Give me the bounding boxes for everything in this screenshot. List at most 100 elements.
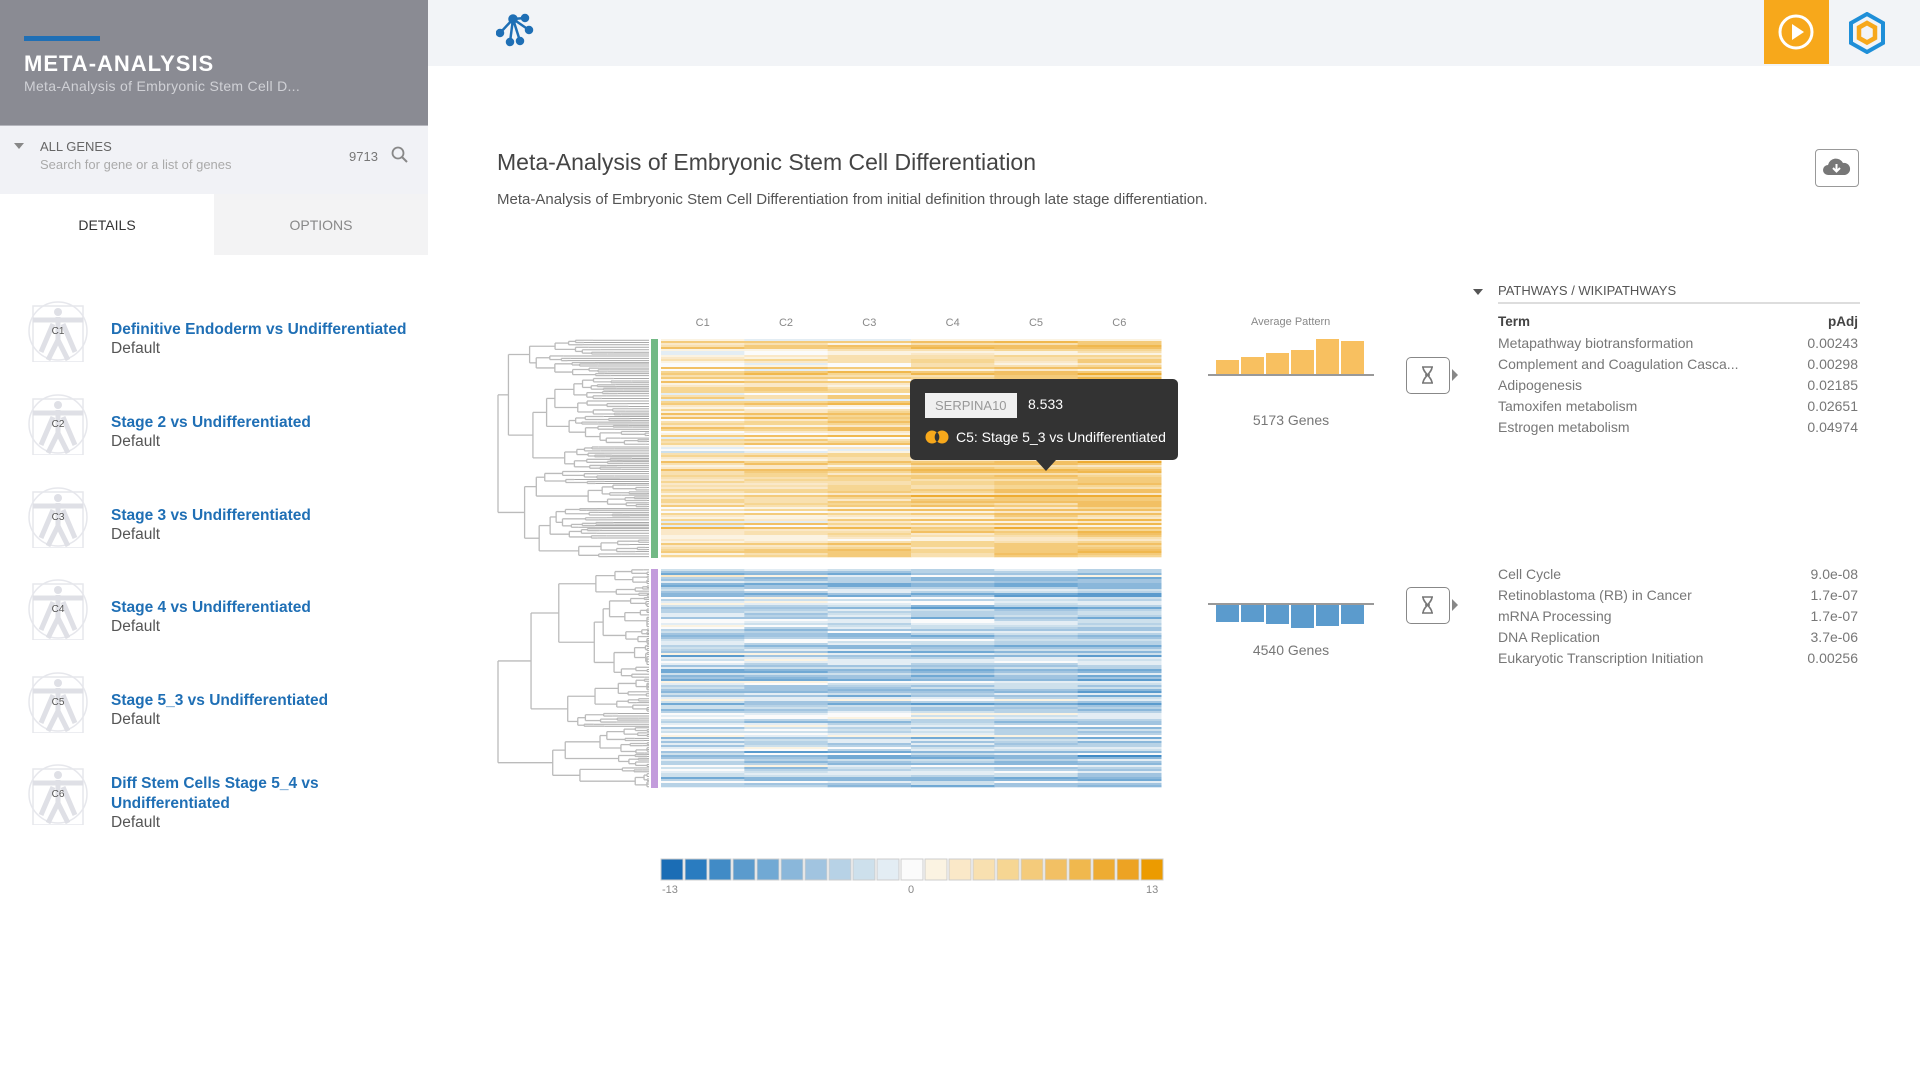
heatmap-cell: [744, 507, 829, 510]
cluster-2-genes-button[interactable]: [1406, 587, 1450, 624]
pathway-term[interactable]: mRNA Processing: [1498, 608, 1612, 629]
heatmap-cell: [911, 737, 995, 740]
heatmap-cell: [827, 419, 912, 422]
heatmap-cell: [994, 697, 1079, 700]
pathways-header[interactable]: PATHWAYS / WIKIPATHWAYS: [1498, 283, 1676, 298]
legend-swatch: [660, 858, 684, 881]
pathway-term[interactable]: Cell Cycle: [1498, 566, 1561, 587]
heatmap-cell: [911, 631, 995, 634]
heatmap-cell: [994, 681, 1079, 684]
legend-swatch: [900, 858, 924, 881]
pathway-term[interactable]: Estrogen metabolism: [1498, 419, 1630, 440]
heatmap-cell: [911, 763, 995, 766]
heatmap-cell: [661, 479, 745, 482]
heatmap-cell: [911, 641, 995, 644]
legend-swatch: [972, 858, 996, 881]
pathway-row[interactable]: mRNA Processing 1.7e-07: [1498, 608, 1858, 629]
heatmap-cell: [1077, 359, 1162, 362]
heatmap-cell: [661, 747, 745, 750]
heatmap-cell: [744, 625, 829, 628]
pathway-row[interactable]: DNA Replication 3.7e-06: [1498, 629, 1858, 650]
heatmap-cell: [827, 443, 912, 446]
heatmap-cell: [661, 435, 745, 438]
heatmap[interactable]: [0, 0, 1920, 1075]
heatmap-cell: [994, 507, 1079, 510]
heatmap-cell: [1077, 733, 1162, 736]
heatmap-cell: [827, 343, 912, 346]
pathway-row[interactable]: Adipogenesis 0.02185: [1498, 377, 1858, 398]
pathway-term[interactable]: Adipogenesis: [1498, 377, 1582, 398]
pathway-row[interactable]: Cell Cycle 9.0e-08: [1498, 566, 1858, 587]
pathway-row[interactable]: Estrogen metabolism 0.04974: [1498, 419, 1858, 440]
heatmap-cell: [911, 475, 995, 478]
heatmap-cell: [911, 765, 995, 768]
heatmap-cell: [1077, 543, 1162, 546]
heatmap-cell: [661, 433, 745, 436]
heatmap-cell: [911, 621, 995, 624]
heatmap-cell: [1077, 717, 1162, 720]
pathway-term[interactable]: Metapathway biotransformation: [1498, 335, 1693, 356]
heatmap-cell: [661, 731, 745, 734]
pathway-row[interactable]: Tamoxifen metabolism 0.02651: [1498, 398, 1858, 419]
cluster-1-genes-button[interactable]: [1406, 357, 1450, 394]
heatmap-cell: [911, 635, 995, 638]
heatmap-cell: [661, 615, 745, 618]
heatmap-cell: [827, 615, 912, 618]
heatmap-cell: [661, 443, 745, 446]
expand-arrow-icon[interactable]: [1452, 369, 1458, 381]
heatmap-cell: [827, 621, 912, 624]
heatmap-cell: [911, 613, 995, 616]
heatmap-cell: [994, 499, 1079, 502]
heatmap-cell: [827, 379, 912, 382]
heatmap-cell: [994, 737, 1079, 740]
heatmap-cell: [744, 779, 829, 782]
heatmap-cell: [744, 415, 829, 418]
heatmap-cell: [744, 471, 829, 474]
heatmap-cell: [994, 689, 1079, 692]
expand-arrow-icon[interactable]: [1452, 599, 1458, 611]
pathway-row[interactable]: Complement and Coagulation Casca... 0.002…: [1498, 356, 1858, 377]
heatmap-cell: [1077, 473, 1162, 476]
heatmap-cell: [911, 573, 995, 576]
heatmap-cell: [1077, 649, 1162, 652]
heatmap-cell: [661, 569, 745, 572]
comparison-venn-icon: [925, 430, 949, 444]
heatmap-cell: [827, 549, 912, 552]
pathway-row[interactable]: Eukaryotic Transcription Initiation 0.002…: [1498, 650, 1858, 671]
pathway-row[interactable]: Metapathway biotransformation 0.00243: [1498, 335, 1858, 356]
heatmap-cell: [661, 489, 745, 492]
heatmap-cell: [827, 753, 912, 756]
heatmap-cell: [994, 339, 1079, 342]
heatmap-cell: [744, 675, 829, 678]
pathway-term[interactable]: Tamoxifen metabolism: [1498, 398, 1637, 419]
heatmap-cell: [1077, 633, 1162, 636]
pathway-row[interactable]: Retinoblastoma (RB) in Cancer 1.7e-07: [1498, 587, 1858, 608]
heatmap-cell: [827, 653, 912, 656]
heatmap-cell: [744, 659, 829, 662]
heatmap-cell: [744, 761, 829, 764]
heatmap-cell: [661, 675, 745, 678]
pathway-term[interactable]: Eukaryotic Transcription Initiation: [1498, 650, 1703, 671]
heatmap-cell: [744, 591, 829, 594]
heatmap-cell: [994, 373, 1079, 376]
heatmap-cell: [911, 341, 995, 344]
heatmap-cell: [661, 469, 745, 472]
heatmap-cell: [661, 505, 745, 508]
heatmap-cell: [911, 549, 995, 552]
heatmap-cell: [994, 611, 1079, 614]
heatmap-cell: [1077, 549, 1162, 552]
heatmap-cell: [744, 403, 829, 406]
heatmap-cell: [1077, 729, 1162, 732]
heatmap-cell: [827, 439, 912, 442]
heatmap-cell: [661, 533, 745, 536]
collapse-caret-icon[interactable]: [1473, 289, 1483, 295]
heatmap-cell: [1077, 603, 1162, 606]
pathway-term[interactable]: DNA Replication: [1498, 629, 1600, 650]
heatmap-cell: [661, 553, 745, 556]
heatmap-cell: [827, 481, 912, 484]
heatmap-cell: [744, 647, 829, 650]
pathway-term[interactable]: Retinoblastoma (RB) in Cancer: [1498, 587, 1692, 608]
heatmap-cell: [1077, 753, 1162, 756]
heatmap-cell: [911, 657, 995, 660]
pathway-term[interactable]: Complement and Coagulation Casca...: [1498, 356, 1738, 377]
